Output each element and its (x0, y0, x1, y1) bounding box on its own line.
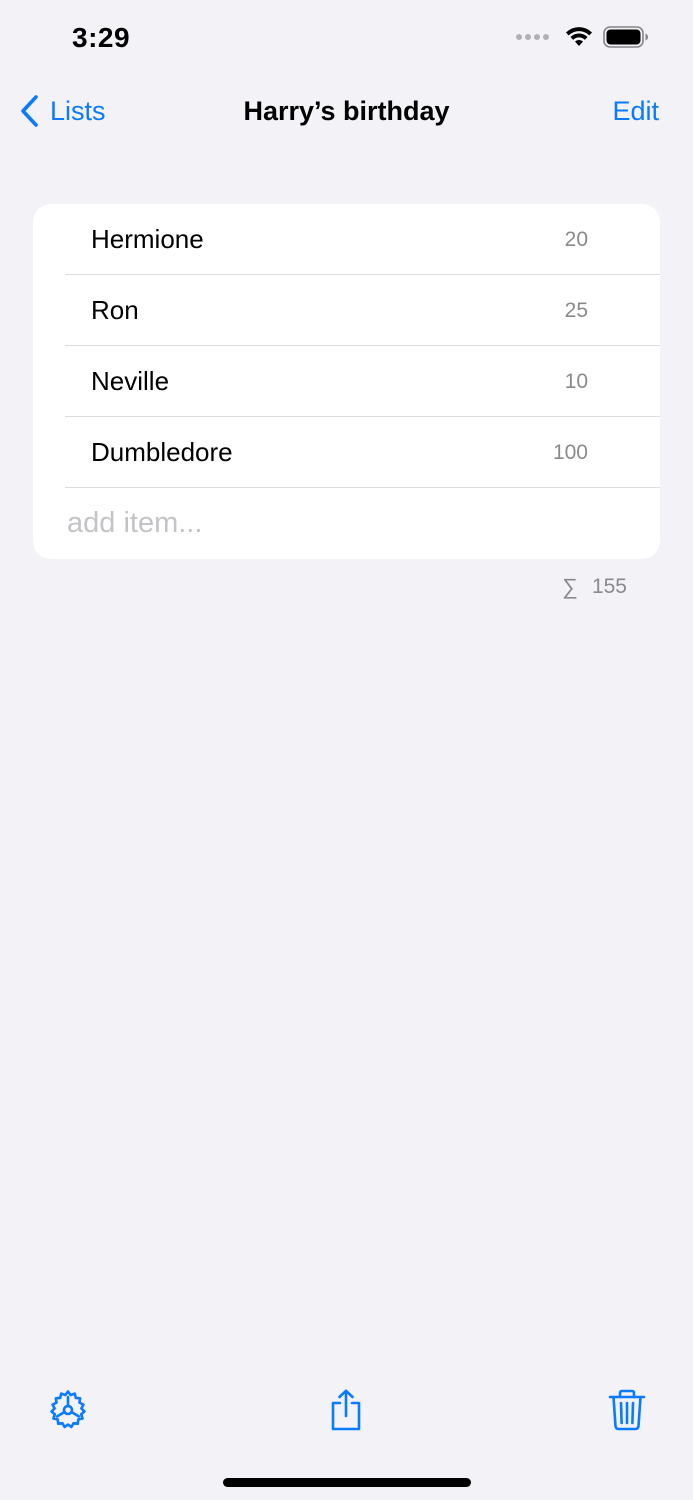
add-item-input[interactable] (65, 506, 609, 541)
item-name: Ron (91, 295, 139, 325)
navigation-bar: Lists Harry’s birthday Edit (0, 80, 693, 144)
status-time: 3:29 (72, 22, 131, 53)
share-button[interactable] (324, 1388, 368, 1432)
item-value: 10 (564, 369, 588, 393)
item-value: 100 (552, 440, 588, 464)
add-item-row (33, 488, 660, 559)
list-item[interactable]: Ron 25 (33, 275, 660, 346)
home-indicator (223, 1478, 471, 1487)
sum-total: ∑ 155 (562, 574, 627, 600)
cellular-signal-icon (516, 34, 549, 40)
page-title: Harry’s birthday (243, 96, 450, 126)
list-item[interactable]: Neville 10 (33, 346, 660, 417)
edit-button[interactable]: Edit (612, 96, 659, 127)
status-bar: 3:29 (0, 0, 693, 80)
settings-icon (50, 1390, 86, 1429)
sigma-icon: ∑ (562, 574, 578, 599)
item-name: Dumbledore (91, 437, 233, 467)
list-item[interactable]: Hermione 20 (33, 204, 660, 275)
trash-icon (608, 1389, 646, 1431)
list-card: Hermione 20 Ron 25 Neville 10 Dumbledore… (33, 204, 660, 559)
delete-button[interactable] (605, 1388, 649, 1432)
status-icons (516, 26, 649, 48)
battery-icon (603, 26, 648, 48)
sum-value: 155 (591, 575, 627, 598)
share-icon (331, 1389, 361, 1431)
row-divider (65, 487, 660, 488)
wifi-icon (566, 27, 592, 46)
app-screen: 3:29 Lists Harry’s birthday Edit Hermion… (0, 0, 693, 1500)
list-item[interactable]: Dumbledore 100 (33, 417, 660, 488)
item-name: Neville (91, 366, 170, 396)
item-value: 20 (564, 227, 588, 251)
settings-button[interactable] (46, 1388, 90, 1432)
item-name: Hermione (91, 224, 204, 254)
item-value: 25 (564, 298, 588, 322)
